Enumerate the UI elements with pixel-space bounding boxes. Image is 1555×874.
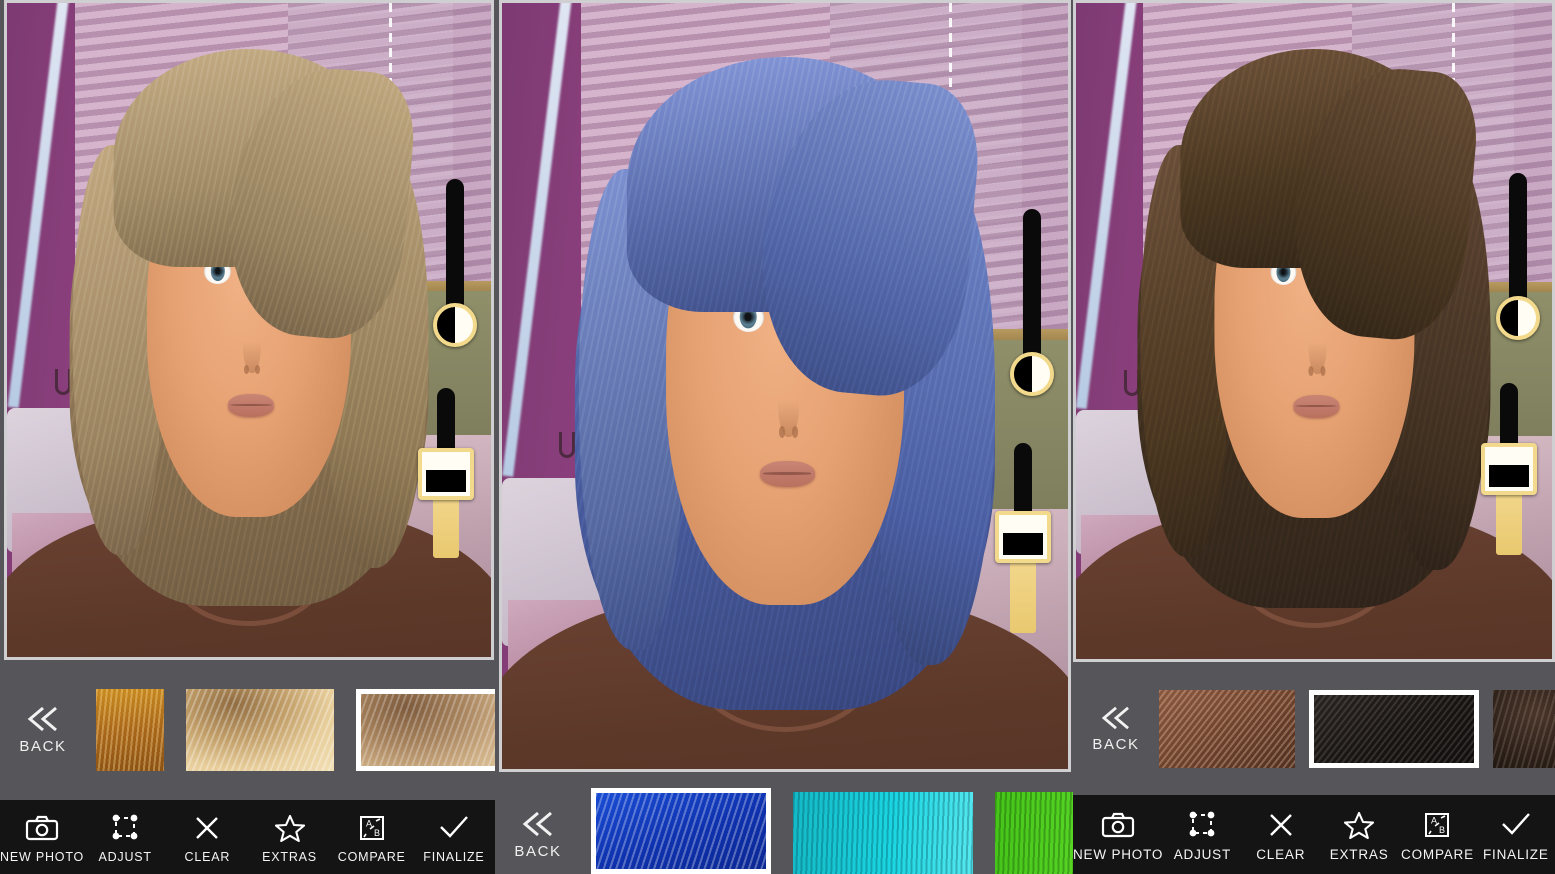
tool-label: FINALIZE bbox=[423, 849, 485, 864]
svg-text:B: B bbox=[374, 828, 380, 838]
swatch-light-blonde[interactable] bbox=[186, 689, 334, 771]
wall-hook bbox=[558, 431, 575, 458]
ab-compare-icon: A B bbox=[1423, 808, 1451, 842]
tool-compare[interactable]: A B COMPARE bbox=[1398, 808, 1476, 862]
ab-compare-icon: A B bbox=[358, 811, 386, 845]
swatch-strip-middle[interactable]: BACK bbox=[495, 772, 1073, 874]
double-chevron-left-icon bbox=[522, 811, 552, 837]
bottom-toolbar-right[interactable]: NEW PHOTO ADJUST CLEAR EXTRAS A B COMPAR… bbox=[1073, 795, 1555, 874]
swatch-golden-blonde[interactable] bbox=[96, 689, 164, 771]
half-circle-icon[interactable] bbox=[1496, 296, 1540, 340]
x-close-icon bbox=[1267, 808, 1295, 842]
back-button-middle[interactable]: BACK bbox=[507, 786, 569, 860]
swatch-green[interactable] bbox=[995, 792, 1073, 874]
tool-adjust[interactable]: ADJUST bbox=[1163, 808, 1241, 862]
opacity-slider-left[interactable] bbox=[431, 179, 479, 359]
tool-label: ADJUST bbox=[1173, 846, 1232, 862]
opacity-slider-middle[interactable] bbox=[1008, 209, 1056, 409]
tool-label: COMPARE bbox=[337, 849, 406, 864]
tool-label: NEW PHOTO bbox=[1073, 846, 1164, 862]
back-label: BACK bbox=[514, 843, 562, 860]
tool-label: EXTRAS bbox=[262, 849, 317, 864]
photo-canvas-left[interactable] bbox=[4, 0, 494, 660]
brush-head-knob[interactable] bbox=[995, 511, 1051, 563]
tool-extras[interactable]: EXTRAS bbox=[1320, 808, 1398, 862]
subject-portrait bbox=[502, 56, 1068, 769]
swatch-cobalt-blue[interactable] bbox=[591, 788, 771, 874]
half-circle-icon[interactable] bbox=[433, 303, 477, 347]
photo-canvas-right[interactable] bbox=[1073, 0, 1555, 662]
checkmark-icon bbox=[1500, 808, 1532, 842]
tool-label: EXTRAS bbox=[1329, 846, 1389, 862]
double-chevron-left-icon bbox=[1101, 706, 1129, 729]
tool-clear[interactable]: CLEAR bbox=[166, 811, 248, 864]
panel-left: BACK NEW PHOTO ADJUST CLEAR EXTRAS A B C… bbox=[0, 0, 495, 874]
swatch-cyan[interactable] bbox=[793, 792, 973, 874]
swatch-ash-blonde[interactable] bbox=[356, 689, 495, 771]
nose bbox=[1308, 312, 1326, 376]
half-circle-icon[interactable] bbox=[1010, 352, 1054, 396]
tool-compare[interactable]: A B COMPARE bbox=[331, 811, 413, 864]
subject-portrait bbox=[1076, 49, 1552, 659]
svg-text:A: A bbox=[366, 818, 372, 828]
brush-size-slider-right[interactable] bbox=[1476, 383, 1542, 555]
star-icon bbox=[274, 811, 305, 845]
x-close-icon bbox=[193, 811, 221, 845]
swatch-dark-brown[interactable] bbox=[1493, 689, 1555, 768]
back-button-left[interactable]: BACK bbox=[12, 705, 74, 755]
mouth bbox=[760, 460, 815, 488]
tool-label: COMPARE bbox=[1401, 846, 1474, 862]
camera-icon bbox=[1101, 808, 1135, 842]
tool-new-photo[interactable]: NEW PHOTO bbox=[0, 811, 84, 864]
tool-label: CLEAR bbox=[184, 849, 231, 864]
svg-text:A: A bbox=[1431, 815, 1437, 825]
star-icon bbox=[1344, 808, 1375, 842]
swatch-medium-brown[interactable] bbox=[1159, 689, 1295, 768]
subject-portrait bbox=[7, 48, 491, 657]
mouth bbox=[227, 393, 275, 417]
back-button-right[interactable]: BACK bbox=[1087, 705, 1145, 753]
nose bbox=[777, 364, 800, 438]
photo-canvas-middle[interactable] bbox=[499, 0, 1071, 772]
camera-icon bbox=[25, 811, 59, 845]
crop-adjust-icon bbox=[1187, 808, 1217, 842]
tool-adjust[interactable]: ADJUST bbox=[84, 811, 166, 864]
bottom-toolbar-left[interactable]: NEW PHOTO ADJUST CLEAR EXTRAS A B COMPAR… bbox=[0, 800, 495, 874]
panel-right: BACK NEW PHOTO ADJUST CLEAR EXTRAS A B C… bbox=[1073, 0, 1555, 874]
app-screenshot-composite: BACK NEW PHOTO ADJUST CLEAR EXTRAS A B C… bbox=[0, 0, 1555, 874]
tool-label: NEW PHOTO bbox=[0, 849, 85, 864]
checkmark-icon bbox=[438, 811, 470, 845]
panel-middle: BACK bbox=[495, 0, 1073, 874]
opacity-slider-right[interactable] bbox=[1494, 173, 1542, 353]
crop-adjust-icon bbox=[110, 811, 140, 845]
tool-finalize[interactable]: FINALIZE bbox=[413, 811, 495, 864]
swatch-black[interactable] bbox=[1309, 689, 1479, 768]
double-chevron-left-icon bbox=[27, 706, 57, 732]
tool-new-photo[interactable]: NEW PHOTO bbox=[1073, 808, 1163, 862]
back-label: BACK bbox=[19, 738, 67, 755]
mouth bbox=[1293, 394, 1339, 418]
nose bbox=[242, 311, 262, 375]
brush-size-slider-middle[interactable] bbox=[990, 443, 1056, 633]
brush-head-knob[interactable] bbox=[418, 448, 474, 500]
back-label: BACK bbox=[1092, 735, 1140, 753]
swatch-strip-left[interactable]: BACK bbox=[0, 660, 495, 800]
tool-label: CLEAR bbox=[1256, 846, 1306, 862]
tool-label: FINALIZE bbox=[1483, 846, 1549, 862]
tool-label: ADJUST bbox=[98, 849, 152, 864]
brush-size-slider-left[interactable] bbox=[413, 388, 479, 558]
brush-head-knob[interactable] bbox=[1481, 443, 1537, 495]
tool-clear[interactable]: CLEAR bbox=[1242, 808, 1320, 862]
svg-text:B: B bbox=[1439, 825, 1445, 835]
tool-extras[interactable]: EXTRAS bbox=[248, 811, 330, 864]
tool-finalize[interactable]: FINALIZE bbox=[1477, 808, 1555, 862]
swatch-strip-right[interactable]: BACK bbox=[1073, 662, 1555, 795]
